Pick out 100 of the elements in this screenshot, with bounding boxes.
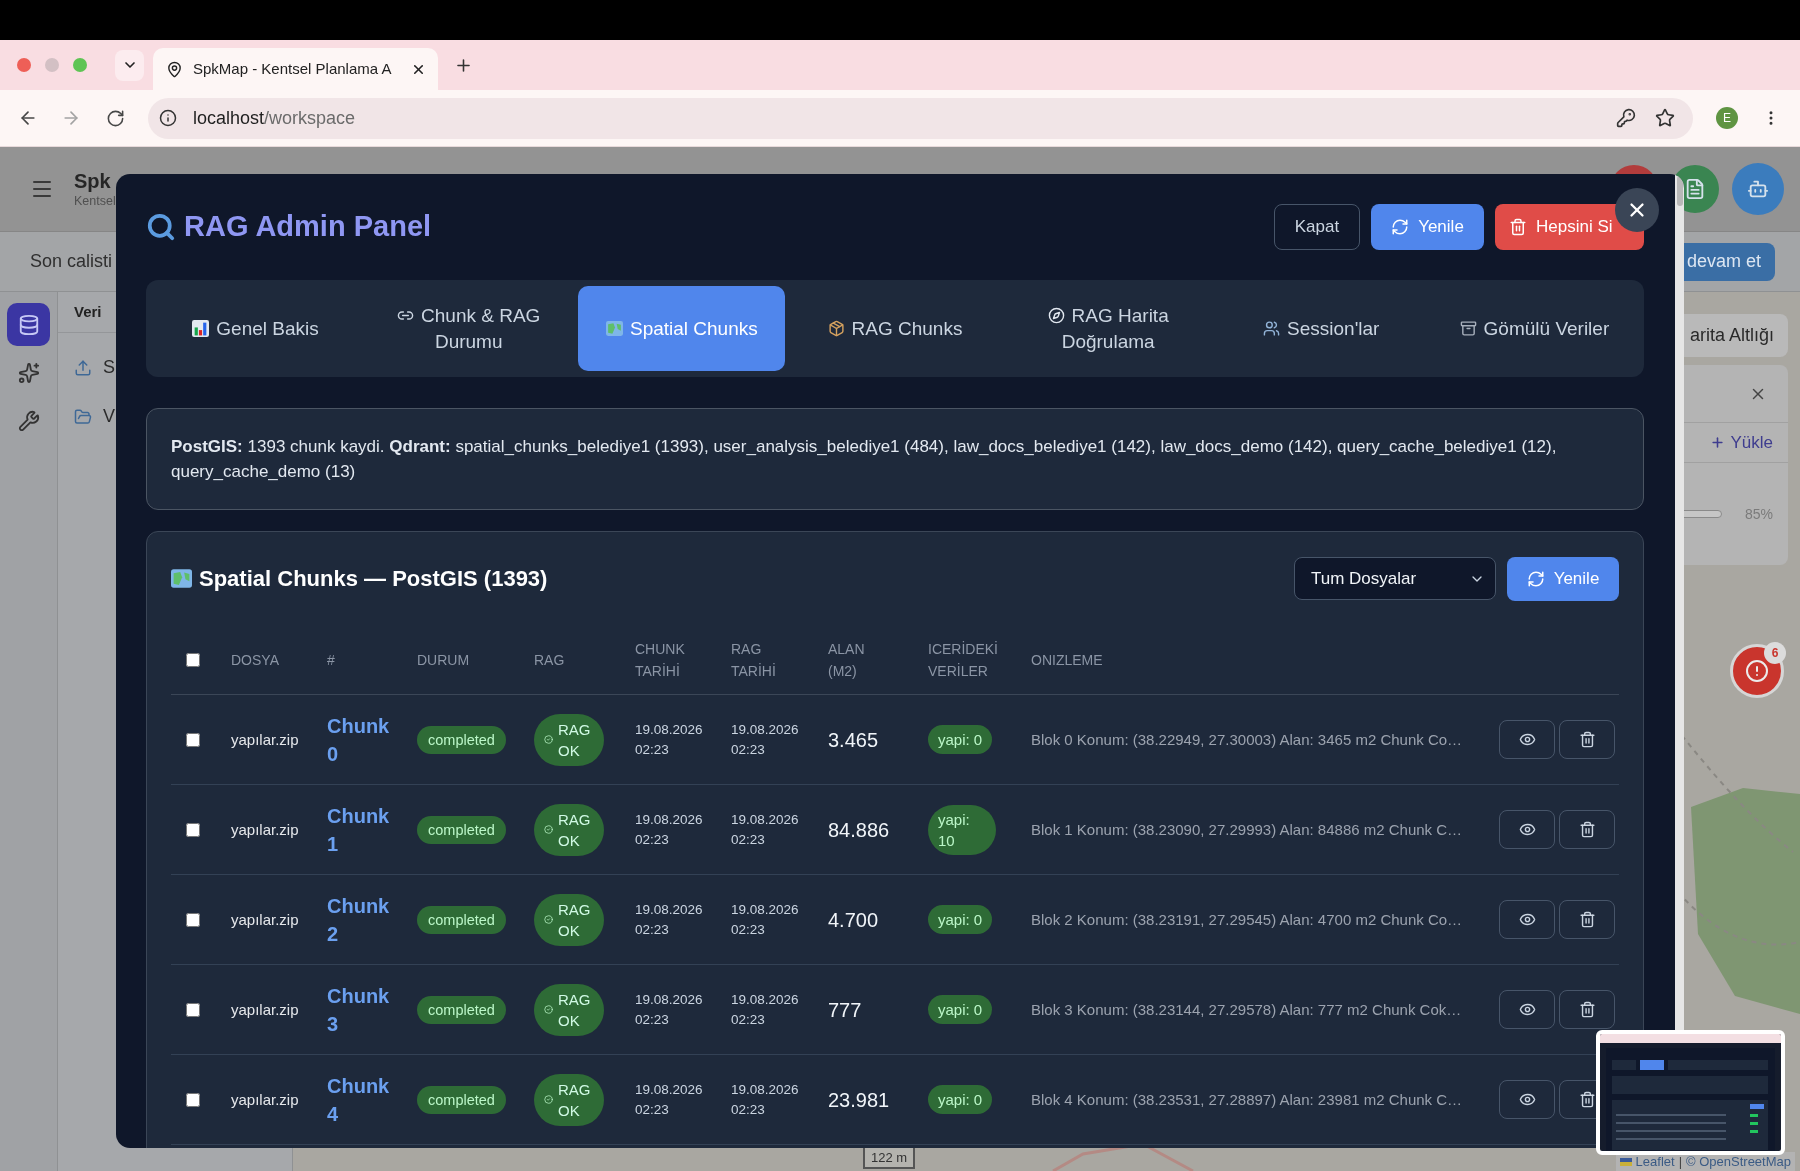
tab-list-button[interactable] [115,49,144,81]
leaflet-link[interactable]: Leaflet [1635,1153,1675,1170]
people-icon [1263,319,1281,337]
rag-date: 19.08.2026 02:23 [731,990,799,1029]
column-header: RAG TARİHİ [731,640,776,681]
tab[interactable]: Chunk & RAG Durumu [365,286,573,371]
panel-item-label[interactable]: S [103,354,115,381]
tab[interactable]: RAG Harita Doğrulama [1004,286,1212,371]
sparkles-icon [17,361,40,384]
key-icon[interactable] [1616,108,1636,128]
column-header: RAG [534,651,565,670]
chunk-link[interactable]: Chunk 0 [327,711,390,768]
check-circle-icon [544,735,553,744]
delete-button[interactable] [1559,810,1615,849]
close-window-icon[interactable] [17,58,31,72]
row-checkbox[interactable] [186,822,200,837]
osm-credit-link[interactable]: © OpenStreetMap [1686,1153,1791,1170]
preview-text: Blok 0 Konum: (38.22949, 27.30003) Alan: 3465 m2 Chunk Co… [1031,730,1463,748]
column-header: # [327,651,335,670]
contents-badge: yapi: 0 [928,725,993,754]
rag-date: 19.08.2026 02:23 [731,900,799,939]
profile-avatar[interactable]: E [1716,107,1738,129]
row-checkbox[interactable] [186,1092,200,1107]
view-button[interactable] [1499,720,1555,759]
view-button[interactable] [1499,990,1555,1029]
info-icon[interactable] [159,109,177,127]
refresh-icon [1526,569,1545,588]
eye-icon [1518,1001,1536,1018]
trash-icon [1578,1001,1596,1018]
view-button[interactable] [1499,810,1555,849]
status-badge: completed [417,1085,506,1114]
url-path: /workspace [264,106,356,130]
row-checkbox[interactable] [186,912,200,927]
upload-button[interactable]: Yükle [1710,429,1773,456]
browser-tab[interactable]: SpkMap - Kentsel Planlama A [153,48,438,90]
delete-all-button[interactable]: Hepsini Si [1495,204,1644,250]
row-checkbox[interactable] [186,732,200,747]
cabinet-icon [1459,319,1477,337]
rag-date: 19.08.2026 02:23 [731,720,799,759]
column-header: ONIZLEME [1031,651,1103,670]
contents-badge: yapi: 10 [928,804,996,855]
view-button[interactable] [1499,1080,1555,1119]
chunk-link[interactable]: Chunk 2 [327,891,390,948]
app-subtitle: Kentsel [74,193,116,209]
refresh-button[interactable]: Yenile [1507,556,1619,601]
robot-icon [1747,178,1769,200]
alert-icon [1745,659,1769,683]
rag-date: 19.08.2026 02:23 [731,1080,799,1119]
compass-icon [1047,306,1065,324]
column-header: DOSYA [231,651,279,670]
check-circle-icon [544,915,553,924]
select-all-checkbox[interactable] [186,653,200,667]
bar-chart-icon [192,319,210,337]
plus-icon [1710,435,1726,450]
area-value: 777 [828,998,862,1021]
chunk-date: 19.08.2026 02:23 [635,1080,703,1119]
sidebar-tab[interactable] [7,303,50,346]
rag-status: RAG OK [558,899,591,941]
file-name: yapılar.zip [231,910,299,928]
panel-title: Veri [74,301,102,322]
check-circle-icon [544,1095,553,1104]
search-icon [146,212,176,242]
file-name: yapılar.zip [231,820,299,838]
bookmark-star-icon[interactable] [1655,108,1675,128]
tab-title: SpkMap - Kentsel Planlama A [193,58,392,79]
chunk-link[interactable]: Chunk 4 [327,1071,390,1128]
trash-icon [1578,821,1596,838]
view-button[interactable] [1499,900,1555,939]
chunk-link[interactable]: Chunk 3 [327,981,390,1038]
chunk-link[interactable]: Chunk 1 [327,801,390,858]
tab[interactable]: Genel Bakis [152,286,360,371]
address-field[interactable]: localhost/workspace [148,97,1693,139]
database-icon [17,313,40,336]
file-filter-select[interactable]: Tum Dosyalar [1294,557,1496,600]
rag-status: RAG OK [558,809,591,851]
scrollbar-thumb[interactable] [1676,176,1683,206]
attribution-separator: | [1678,1153,1683,1170]
row-checkbox[interactable] [186,1002,200,1017]
tab[interactable]: Spatial Chunks [578,286,786,371]
summary-text: PostGIS: 1393 chunk kaydi. Qdrant: spatial_chunks_belediye1 (1393), user_analysis_belediye1 (484), law_docs_belediye1 (142), law_docs_demo (142), query_cache_belediye1 (12), query_cache_demo (13) [171,436,1558,483]
tab[interactable]: Gömülü Veriler [1430,286,1638,371]
scale-bar: 122 m [863,1148,916,1169]
reload-icon[interactable] [106,108,125,128]
refresh-button[interactable]: Yenile [1371,204,1484,250]
preview-text: Blok 2 Konum: (38.23191, 27.29545) Alan: 4700 m2 Chunk Co… [1031,910,1463,928]
preview-text: Blok 1 Konum: (38.23090, 27.29993) Alan: 84886 m2 Chunk C… [1031,820,1463,838]
column-header: CHUNK TARİHİ [635,640,685,681]
rag-status: RAG OK [558,1079,591,1121]
delete-button[interactable] [1559,990,1615,1029]
contents-badge: yapi: 0 [928,905,993,934]
tab[interactable]: Session'lar [1217,286,1425,371]
rag-date: 19.08.2026 02:23 [731,810,799,849]
delete-button[interactable] [1559,720,1615,759]
panel-item-label[interactable]: V [103,403,115,430]
map-icon [171,569,192,588]
tab[interactable]: RAG Chunks [791,286,999,371]
rag-status: RAG OK [558,989,591,1031]
dismiss-button[interactable]: Kapat [1274,204,1360,250]
progress-reading: 85% [1745,504,1774,524]
delete-button[interactable] [1559,900,1615,939]
